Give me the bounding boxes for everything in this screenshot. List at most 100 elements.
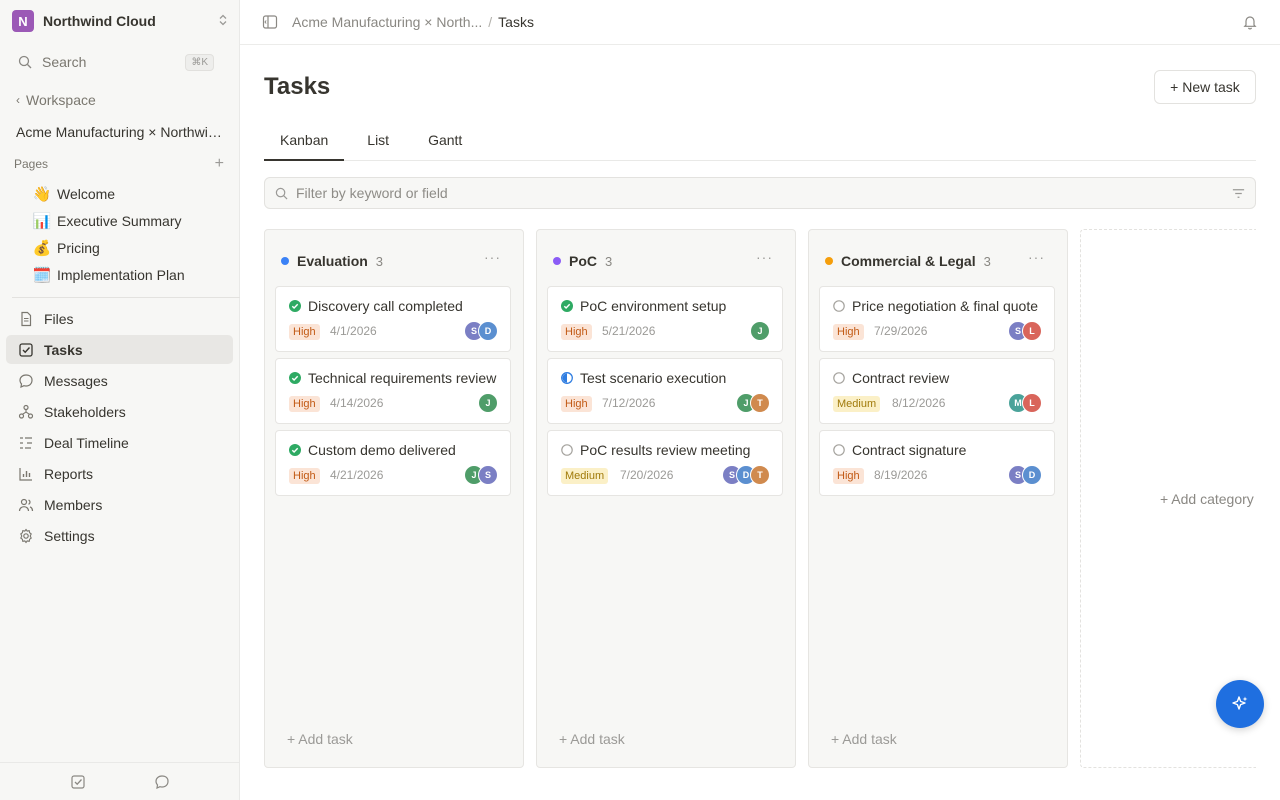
priority-badge: Medium	[833, 396, 881, 412]
priority-badge: High	[561, 396, 592, 412]
sidebar-search[interactable]: Search ⌘K	[18, 50, 214, 74]
task-title: Discovery call completed	[308, 298, 463, 314]
task-title: Technical requirements review	[308, 370, 497, 386]
page-item-pricing[interactable]: 💰 Pricing	[32, 234, 185, 261]
top-bar: Acme Manufacturing × North... / Tasks	[240, 0, 1280, 45]
filter-bar	[264, 177, 1256, 209]
avatar[interactable]: D	[1022, 465, 1042, 485]
sidebar-item-deal-timeline[interactable]: Deal Timeline	[6, 428, 233, 457]
page-title: Tasks	[264, 73, 331, 100]
status-todo-icon[interactable]	[833, 300, 845, 312]
sidebar-item-label: Settings	[44, 527, 95, 544]
page-label: Pricing	[57, 239, 100, 256]
add-category-label: + Add category	[1160, 491, 1254, 507]
task-due-date: 7/29/2026	[874, 324, 928, 338]
column-count: 3	[605, 253, 613, 269]
sidebar-footer	[0, 762, 239, 800]
avatar[interactable]: J	[750, 321, 770, 341]
add-task-button[interactable]: + Add task	[287, 731, 353, 747]
calendar-icon: 🗓️	[32, 266, 52, 284]
status-done-icon[interactable]	[561, 300, 573, 312]
assignee-avatars: J S	[464, 465, 498, 485]
sidebar-item-settings[interactable]: Settings	[6, 521, 233, 550]
page-label: Executive Summary	[57, 212, 182, 229]
search-icon	[275, 187, 288, 199]
page-item-executive-summary[interactable]: 📊 Executive Summary	[32, 207, 185, 234]
assignee-avatars: M L	[1008, 393, 1042, 413]
sidebar-item-reports[interactable]: Reports	[6, 459, 233, 488]
task-card[interactable]: Custom demo delivered High 4/21/2026 J S	[275, 430, 511, 496]
breadcrumb-project[interactable]: Acme Manufacturing × North...	[292, 14, 482, 30]
breadcrumb-current: Tasks	[498, 14, 534, 30]
priority-badge: High	[289, 324, 320, 340]
gear-icon	[20, 528, 32, 543]
sidebar-item-stakeholders[interactable]: Stakeholders	[6, 397, 233, 426]
task-card[interactable]: PoC results review meeting Medium 7/20/2…	[547, 430, 783, 496]
page-item-welcome[interactable]: 👋 Welcome	[32, 180, 185, 207]
sidebar-toggle-icon[interactable]	[262, 14, 278, 30]
avatar[interactable]: L	[1022, 321, 1042, 341]
assignee-avatars: S D	[464, 321, 498, 341]
add-task-button[interactable]: + Add task	[831, 731, 897, 747]
status-todo-icon[interactable]	[833, 372, 845, 384]
assignee-avatars: J	[478, 393, 498, 413]
tab-list[interactable]: List	[351, 120, 405, 160]
status-in-progress-icon[interactable]	[561, 372, 573, 384]
task-check-icon	[19, 342, 33, 357]
more-options-icon[interactable]: ···	[1028, 249, 1045, 265]
message-icon[interactable]	[154, 774, 170, 790]
task-card[interactable]: Test scenario execution High 7/12/2026 J…	[547, 358, 783, 424]
status-todo-icon[interactable]	[561, 444, 573, 456]
page-label: Welcome	[57, 185, 116, 202]
priority-badge: High	[833, 468, 864, 484]
card-list: PoC environment setup High 5/21/2026 J T…	[547, 286, 783, 502]
new-task-button[interactable]: + New task	[1154, 70, 1256, 104]
tab-kanban[interactable]: Kanban	[264, 120, 345, 161]
filter-icon[interactable]	[1231, 186, 1246, 201]
assignee-avatars: J T	[736, 393, 770, 413]
task-card[interactable]: PoC environment setup High 5/21/2026 J	[547, 286, 783, 352]
sidebar-item-files[interactable]: Files	[6, 304, 233, 333]
task-card[interactable]: Contract signature High 8/19/2026 S D	[819, 430, 1055, 496]
task-card[interactable]: Contract review Medium 8/12/2026 M L	[819, 358, 1055, 424]
task-card[interactable]: Price negotiation & final quote High 7/2…	[819, 286, 1055, 352]
status-done-icon[interactable]	[289, 300, 301, 312]
sidebar-item-label: Tasks	[44, 341, 83, 358]
more-options-icon[interactable]: ···	[756, 249, 773, 265]
ai-assistant-button[interactable]	[1216, 680, 1264, 728]
workspace-switcher[interactable]: N Northwind Cloud	[12, 10, 228, 32]
task-title: Contract signature	[852, 442, 967, 458]
pages-header: Pages +	[14, 155, 224, 173]
message-icon	[19, 373, 33, 388]
filter-input[interactable]	[296, 185, 1196, 201]
avatar[interactable]: S	[478, 465, 498, 485]
task-card[interactable]: Discovery call completed High 4/1/2026 S…	[275, 286, 511, 352]
avatar[interactable]: T	[750, 393, 770, 413]
sidebar-item-messages[interactable]: Messages	[6, 366, 233, 395]
sidebar-item-label: Deal Timeline	[44, 434, 129, 451]
sidebar-item-tasks[interactable]: Tasks	[6, 335, 233, 364]
status-done-icon[interactable]	[289, 372, 301, 384]
avatar[interactable]: D	[478, 321, 498, 341]
sidebar-item-members[interactable]: Members	[6, 490, 233, 519]
page-item-implementation-plan[interactable]: 🗓️ Implementation Plan	[32, 261, 185, 288]
project-name[interactable]: Acme Manufacturing × Northwind Cloud	[16, 124, 226, 140]
task-check-icon[interactable]	[70, 774, 86, 790]
bell-icon[interactable]	[1242, 14, 1258, 30]
avatar[interactable]: T	[750, 465, 770, 485]
bar-chart-emoji-icon: 📊	[32, 212, 52, 230]
task-title: Price negotiation & final quote	[852, 298, 1039, 314]
avatar[interactable]: L	[1022, 393, 1042, 413]
workspace-name: Northwind Cloud	[43, 13, 156, 29]
task-card[interactable]: Technical requirements review High 4/14/…	[275, 358, 511, 424]
back-to-workspace[interactable]: ‹ Workspace	[16, 92, 96, 108]
avatar[interactable]: J	[478, 393, 498, 413]
sidebar-item-label: Messages	[44, 372, 108, 389]
assignee-avatars: S D T	[722, 465, 770, 485]
more-options-icon[interactable]: ···	[484, 249, 501, 265]
tab-gantt[interactable]: Gantt	[412, 120, 478, 160]
add-task-button[interactable]: + Add task	[559, 731, 625, 747]
status-done-icon[interactable]	[289, 444, 301, 456]
status-todo-icon[interactable]	[833, 444, 845, 456]
add-page-icon[interactable]: +	[215, 155, 224, 173]
